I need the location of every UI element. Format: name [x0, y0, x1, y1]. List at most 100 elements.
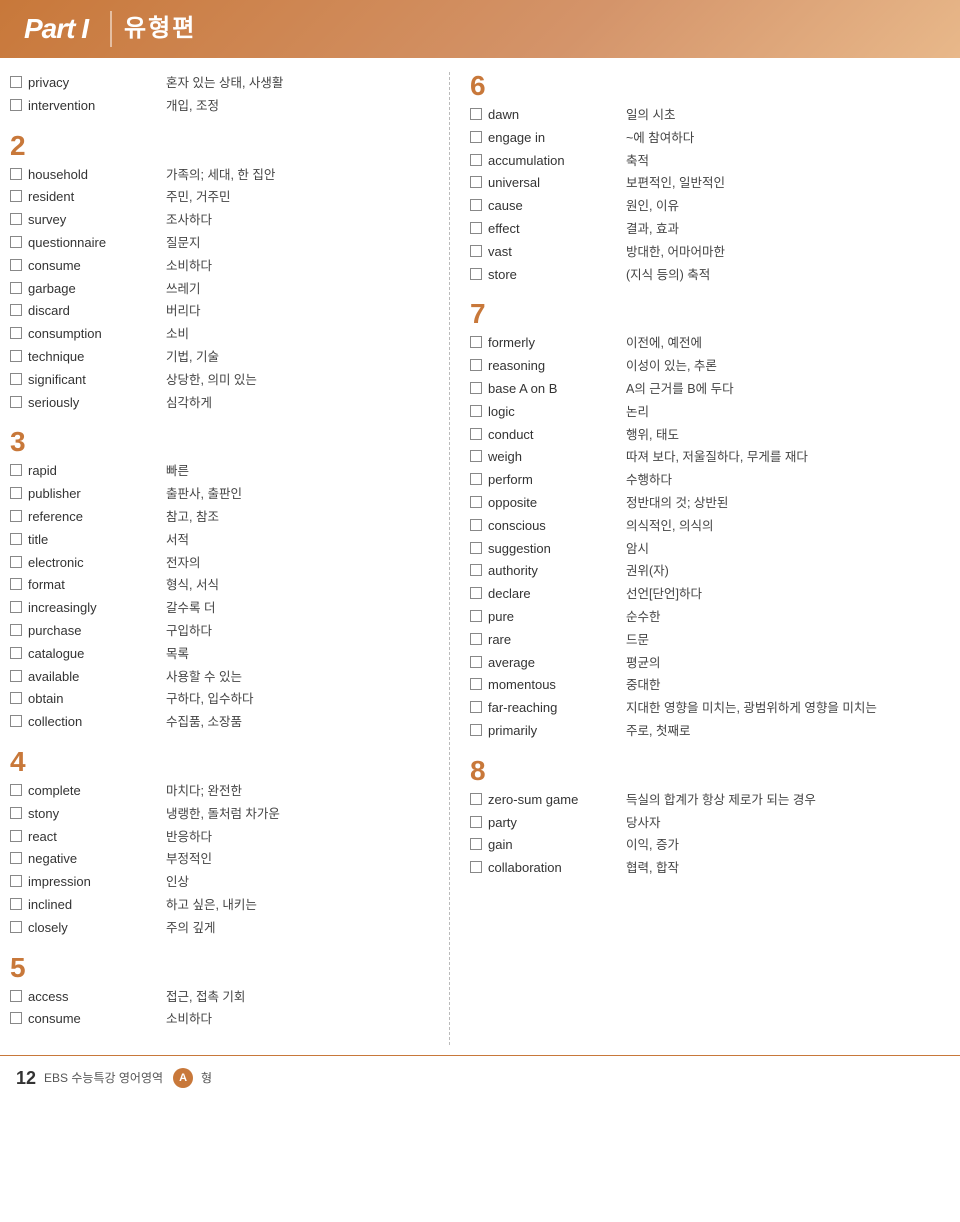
word-list: formerly이전에, 예전에reasoning이성이 있는, 추론base …	[470, 332, 950, 742]
word-korean: 출판사, 출판인	[166, 484, 242, 504]
word-korean: 질문지	[166, 233, 201, 253]
list-item: effect결과, 효과	[470, 218, 950, 241]
word-english: pure	[488, 607, 618, 628]
word-korean: A의 근거를 B에 두다	[626, 379, 734, 399]
word-korean: 주민, 거주민	[166, 187, 230, 207]
word-checkbox	[10, 1012, 22, 1024]
word-korean: 이익, 증가	[626, 835, 679, 855]
word-korean: 결과, 효과	[626, 219, 679, 239]
word-checkbox	[470, 564, 482, 576]
word-checkbox	[470, 336, 482, 348]
list-item: consume 소비하다	[10, 255, 439, 278]
list-item: zero-sum game득실의 합계가 항상 제로가 되는 경우	[470, 789, 950, 812]
word-english: accumulation	[488, 151, 618, 172]
list-item: perform수행하다	[470, 469, 950, 492]
list-item: household 가족의; 세대, 한 집안	[10, 164, 439, 187]
word-english: engage in	[488, 128, 618, 149]
word-checkbox	[10, 578, 22, 590]
word-korean: 형식, 서식	[166, 575, 219, 595]
word-checkbox	[10, 601, 22, 613]
word-korean: 의식적인, 의식의	[626, 516, 713, 536]
word-checkbox	[10, 556, 22, 568]
list-item: inclined하고 싶은, 내키는	[10, 894, 439, 917]
section-number: 7	[470, 300, 950, 328]
word-korean: 개입, 조정	[166, 96, 219, 116]
word-korean: 논리	[626, 402, 649, 422]
word-checkbox	[470, 359, 482, 371]
list-item: reference 참고, 참조	[10, 506, 439, 529]
word-checkbox	[470, 701, 482, 713]
list-item: engage in~에 참여하다	[470, 127, 950, 150]
word-korean: 지대한 영향을 미치는, 광범위하게 영향을 미치는	[626, 698, 877, 718]
page-number: 12	[16, 1064, 36, 1093]
word-checkbox	[10, 236, 22, 248]
word-english: survey	[28, 210, 158, 231]
word-korean: 가족의; 세대, 한 집안	[166, 165, 275, 185]
word-english: dawn	[488, 105, 618, 126]
word-checkbox	[470, 587, 482, 599]
list-item: logic논리	[470, 401, 950, 424]
word-english: catalogue	[28, 644, 158, 665]
word-korean: 평균의	[626, 653, 661, 673]
word-checkbox	[10, 715, 22, 727]
section-number: 4	[10, 748, 439, 776]
word-english: formerly	[488, 333, 618, 354]
word-korean: 원인, 이유	[626, 196, 679, 216]
word-english: seriously	[28, 393, 158, 414]
word-checkbox	[10, 99, 22, 111]
word-checkbox	[10, 898, 22, 910]
word-english: suggestion	[488, 539, 618, 560]
word-english: collection	[28, 712, 158, 733]
word-checkbox	[470, 245, 482, 257]
word-korean: 이성이 있는, 추론	[626, 356, 717, 376]
header-title: 유형편	[124, 10, 196, 48]
word-checkbox	[470, 678, 482, 690]
word-english: consume	[28, 1009, 158, 1030]
word-korean: 소비	[166, 324, 189, 344]
word-checkbox	[470, 405, 482, 417]
word-korean: 소비하다	[166, 256, 212, 276]
word-korean: 서적	[166, 530, 189, 550]
list-item: store(지식 등의) 축적	[470, 264, 950, 287]
word-english: rare	[488, 630, 618, 651]
word-list: dawn일의 시초engage in~에 참여하다accumulation축적u…	[470, 104, 950, 286]
word-korean: 권위(자)	[626, 561, 669, 581]
list-item: closely주의 깊게	[10, 917, 439, 940]
word-checkbox	[10, 921, 22, 933]
word-checkbox	[10, 190, 22, 202]
list-item: accumulation축적	[470, 150, 950, 173]
word-english: collaboration	[488, 858, 618, 879]
word-english: primarily	[488, 721, 618, 742]
word-korean: 상당한, 의미 있는	[166, 370, 257, 390]
word-list: household가족의; 세대, 한 집안resident주민, 거주민sur…	[10, 164, 439, 415]
word-english: consume	[28, 256, 158, 277]
word-english: weigh	[488, 447, 618, 468]
word-korean: 참고, 참조	[166, 507, 219, 527]
word-english: access	[28, 987, 158, 1008]
word-checkbox	[10, 282, 22, 294]
list-item: authority 권위(자)	[470, 560, 950, 583]
word-english: reference	[28, 507, 158, 528]
word-english: format	[28, 575, 158, 596]
word-checkbox	[10, 213, 22, 225]
word-english: household	[28, 165, 158, 186]
word-english: intervention	[28, 96, 158, 117]
word-english: increasingly	[28, 598, 158, 619]
word-list: zero-sum game득실의 합계가 항상 제로가 되는 경우party당사…	[470, 789, 950, 880]
word-korean: 당사자	[626, 813, 661, 833]
word-checkbox	[10, 852, 22, 864]
list-item: gain이익, 증가	[470, 834, 950, 857]
word-english: impression	[28, 872, 158, 893]
word-checkbox	[10, 464, 22, 476]
list-item: suggestion암시	[470, 538, 950, 561]
word-korean: 수집품, 소장품	[166, 712, 242, 732]
word-checkbox	[470, 108, 482, 120]
word-korean: 선언[단언]하다	[626, 584, 702, 604]
list-item: access접근, 접촉 기회	[10, 986, 439, 1009]
word-list: rapid빠른publisher출판사, 출판인reference참고, 참조t…	[10, 460, 439, 734]
word-english: authority	[488, 561, 618, 582]
word-checkbox	[470, 450, 482, 462]
list-item: base A on BA의 근거를 B에 두다	[470, 378, 950, 401]
list-item: format 형식, 서식	[10, 574, 439, 597]
list-item: momentous중대한	[470, 674, 950, 697]
